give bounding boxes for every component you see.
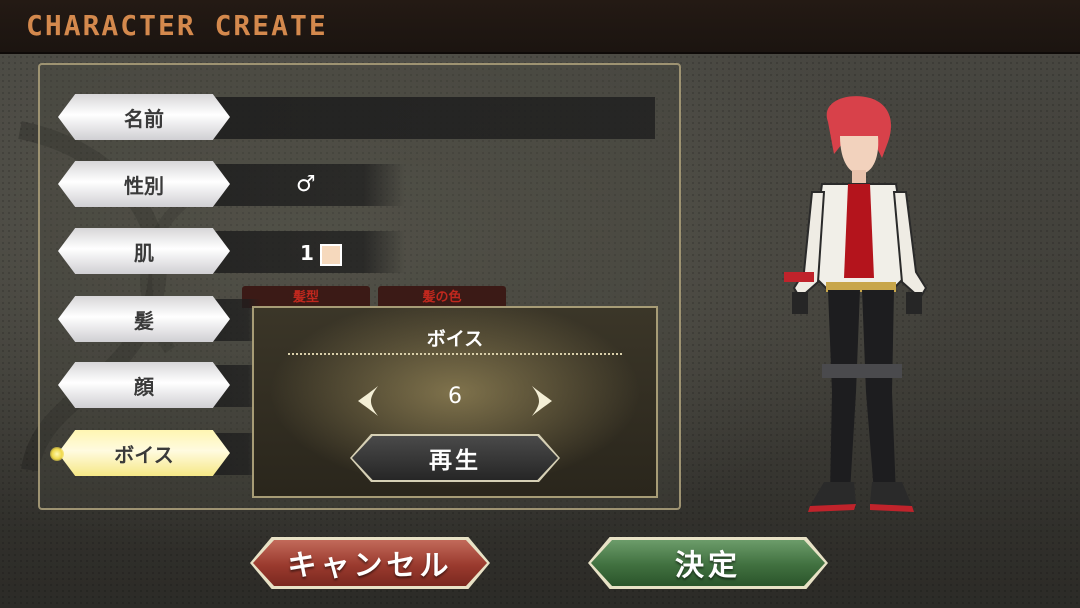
cancel-button-label: キャンセル	[253, 540, 487, 586]
selection-glow-icon	[50, 447, 64, 461]
menu-item-label: 性別	[124, 173, 164, 198]
tab-label: 髪型	[292, 290, 319, 305]
tab-label: 髪の色	[422, 290, 462, 305]
popup-divider	[288, 353, 622, 355]
menu-item-label: ボイス	[114, 442, 174, 467]
confirm-button-label: 決定	[591, 540, 825, 586]
character-model	[784, 96, 928, 512]
play-button[interactable]: 再生	[350, 434, 560, 482]
menu-item-label: 顔	[134, 374, 154, 399]
menu-item-label: 肌	[134, 240, 154, 265]
menu-item-skin[interactable]: 肌	[58, 228, 230, 274]
menu-item-voice[interactable]: ボイス	[58, 430, 230, 476]
male-symbol-icon: ♂	[296, 172, 316, 197]
confirm-button[interactable]: 決定	[588, 537, 828, 589]
header-bar: CHARACTER CREATE	[0, 0, 1080, 54]
menu-item-face[interactable]: 顔	[58, 362, 230, 408]
menu-item-label: 名前	[124, 106, 164, 131]
menu-item-label: 髪	[134, 308, 154, 333]
skin-value: 1	[300, 241, 342, 266]
name-value-field[interactable]	[200, 97, 655, 139]
voice-number: 6	[448, 384, 462, 409]
tab-hair-style[interactable]: 髪型	[242, 286, 370, 308]
menu-item-hair[interactable]: 髪	[58, 296, 230, 342]
skin-color-swatch	[319, 243, 342, 266]
tab-hair-color[interactable]: 髪の色	[378, 286, 506, 308]
play-button-face: 再生	[352, 436, 558, 480]
cancel-button[interactable]: キャンセル	[250, 537, 490, 589]
menu-item-name[interactable]: 名前	[58, 94, 230, 140]
menu-item-gender[interactable]: 性別	[58, 161, 230, 207]
skin-number: 1	[300, 241, 314, 265]
popup-title: ボイス	[426, 328, 484, 350]
page-title: CHARACTER CREATE	[26, 9, 328, 42]
chevron-right-icon[interactable]	[526, 384, 556, 418]
voice-popup: ボイス 6 再生	[252, 306, 658, 498]
